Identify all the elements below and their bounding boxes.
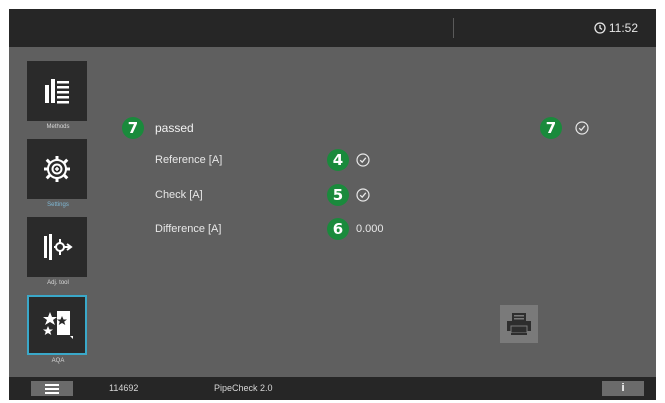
bottom-bar: 114692 PipeCheck 2.0 i	[9, 377, 656, 400]
sidebar-label-aqa: AQA	[51, 358, 65, 364]
gear-icon	[44, 156, 70, 182]
top-status-bar: 11:52	[9, 9, 656, 47]
status-badge: 7	[122, 117, 144, 139]
sidebar-item-aqa[interactable]: AQA	[26, 295, 90, 371]
sidebar-tile-methods[interactable]	[27, 61, 87, 121]
sidebar-label-adj-tool: Adj. tool	[47, 280, 69, 286]
sidebar-label-settings: Settings	[47, 202, 69, 208]
clock-icon	[594, 22, 606, 34]
serial-number: 114692	[109, 383, 139, 393]
check-circle-icon	[356, 188, 370, 202]
check-circle-icon	[356, 153, 370, 167]
topbar-divider	[453, 18, 454, 38]
sidebar-tile-settings[interactable]	[27, 139, 87, 199]
info-button[interactable]: i	[602, 381, 644, 396]
printer-icon	[507, 313, 531, 335]
difference-label: Difference [A]	[155, 223, 222, 235]
sidebar-tile-aqa[interactable]	[27, 295, 87, 355]
sidebar-item-adj-tool[interactable]: Adj. tool	[26, 217, 90, 293]
status-badge-right: 7	[540, 117, 562, 139]
hamburger-menu-icon	[45, 383, 59, 394]
check-badge: 5	[327, 184, 349, 206]
status-text: passed	[155, 121, 194, 135]
print-button[interactable]	[500, 305, 538, 343]
difference-badge: 6	[327, 218, 349, 240]
difference-value: 0.000	[356, 223, 384, 235]
check-label: Check [A]	[155, 189, 203, 201]
reference-label: Reference [A]	[155, 154, 223, 166]
clock: 11:52	[594, 21, 638, 35]
reference-badge: 4	[327, 149, 349, 171]
menu-button[interactable]	[31, 381, 73, 396]
app-name: PipeCheck 2.0	[214, 383, 273, 393]
sidebar: Methods Settings Adj. tool AQA	[26, 61, 90, 373]
check-circle-icon	[575, 121, 589, 135]
stars-icon	[43, 311, 73, 339]
sidebar-label-methods: Methods	[46, 124, 70, 130]
device-display: 11:52 Methods Settings Adj. tool AQA 7 p…	[9, 9, 656, 400]
sidebar-tile-adj-tool[interactable]	[27, 217, 87, 277]
clock-time: 11:52	[608, 21, 638, 35]
list-icon	[45, 79, 69, 104]
adjust-icon	[44, 234, 73, 260]
sidebar-item-settings[interactable]: Settings	[26, 139, 90, 215]
screen: 11:52 Methods Settings Adj. tool AQA 7 p…	[0, 0, 665, 403]
sidebar-item-methods[interactable]: Methods	[26, 61, 90, 137]
